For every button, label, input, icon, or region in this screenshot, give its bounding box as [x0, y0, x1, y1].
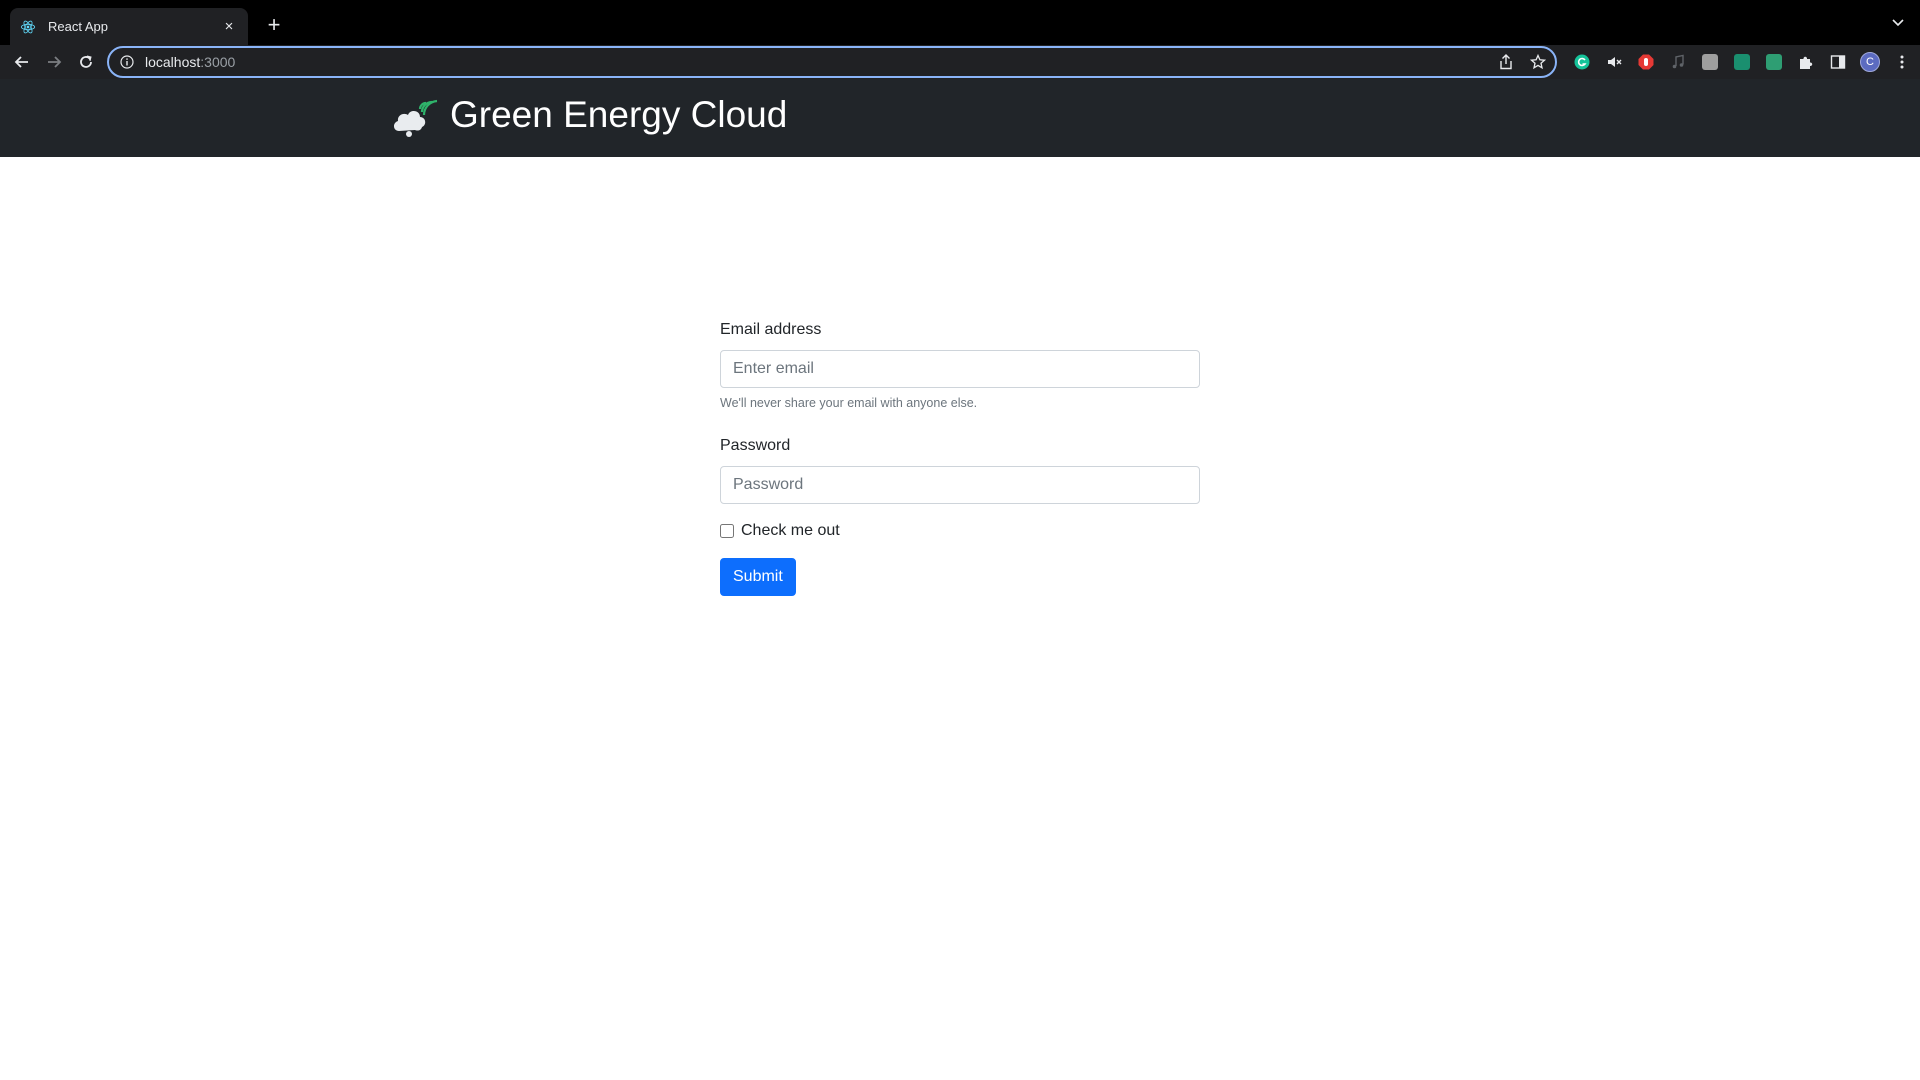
more-vert-icon[interactable]	[1890, 50, 1914, 74]
share-icon[interactable]	[1497, 53, 1515, 71]
adblock-icon[interactable]	[1634, 50, 1658, 74]
ext-grey-icon[interactable]	[1698, 50, 1722, 74]
grammarly-icon[interactable]	[1570, 50, 1594, 74]
sidepanel-icon[interactable]	[1826, 50, 1850, 74]
ext-grey-box	[1702, 54, 1718, 70]
green-energy-cloud-logo-icon	[390, 91, 438, 139]
check-me-out-checkbox[interactable]	[720, 524, 734, 538]
password-label: Password	[720, 437, 791, 454]
browser-tabstrip: React App × +	[0, 0, 1920, 45]
password-group: Password	[720, 434, 1200, 504]
email-group: Email address We'll never share your ema…	[720, 318, 1200, 412]
react-icon	[20, 19, 36, 35]
browser-toolbar: localhost:3000 C	[0, 45, 1920, 79]
ext-teal-icon[interactable]	[1730, 50, 1754, 74]
new-tab-button[interactable]: +	[262, 13, 286, 37]
ext-green-box	[1766, 54, 1782, 70]
info-icon[interactable]	[119, 54, 135, 70]
url-text: localhost:3000	[145, 54, 235, 70]
password-input[interactable]	[720, 466, 1200, 504]
tab-react-app[interactable]: React App ×	[10, 8, 248, 45]
email-input[interactable]	[720, 350, 1200, 388]
music-note-icon[interactable]	[1666, 50, 1690, 74]
url-port: :3000	[200, 54, 236, 70]
app-navbar: Green Energy Cloud	[0, 79, 1920, 157]
extensions-area: C	[1570, 50, 1914, 74]
ext-teal-box	[1734, 54, 1750, 70]
avatar: C	[1860, 52, 1880, 72]
navbar-brand[interactable]: Green Energy Cloud	[390, 91, 787, 139]
login-form: Email address We'll never share your ema…	[720, 318, 1200, 596]
brand-name: Green Energy Cloud	[450, 94, 788, 135]
reload-icon[interactable]	[74, 50, 98, 74]
url-host: localhost	[145, 54, 201, 70]
email-help-text: We'll never share your email with anyone…	[720, 396, 978, 410]
email-label: Email address	[720, 321, 822, 338]
forward-arrow-icon[interactable]	[42, 50, 66, 74]
tab-title: React App	[48, 19, 108, 34]
back-arrow-icon[interactable]	[10, 50, 34, 74]
mute-icon[interactable]	[1602, 50, 1626, 74]
address-bar[interactable]: localhost:3000	[107, 46, 1557, 78]
submit-button[interactable]: Submit	[720, 558, 796, 596]
check-me-out-label[interactable]: Check me out	[741, 522, 840, 540]
puzzle-icon[interactable]	[1794, 50, 1818, 74]
bookmark-star-icon[interactable]	[1529, 53, 1547, 71]
profile-button[interactable]: C	[1858, 50, 1882, 74]
ext-green-icon[interactable]	[1762, 50, 1786, 74]
check-me-out-row: Check me out	[720, 522, 1200, 540]
close-tab-icon[interactable]: ×	[220, 18, 238, 35]
chevron-down-icon[interactable]	[1890, 14, 1906, 30]
